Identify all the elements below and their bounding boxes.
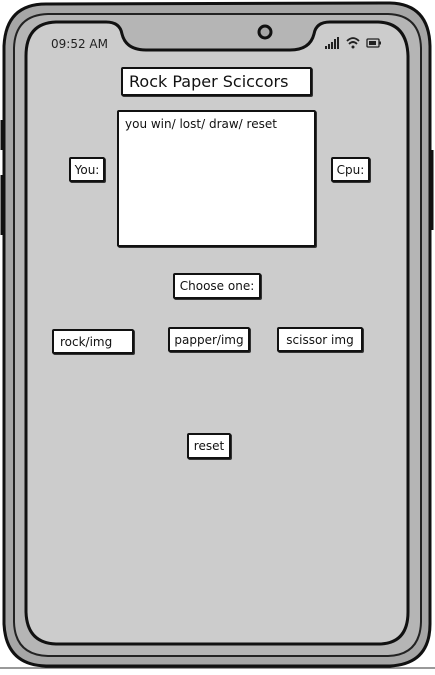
you-label: You: xyxy=(69,157,105,182)
rock-button[interactable]: rock/img xyxy=(52,329,134,354)
status-icons xyxy=(325,37,381,49)
paper-button[interactable]: papper/img xyxy=(168,327,250,352)
choose-one-label: Choose one: xyxy=(173,273,261,299)
signal-icon xyxy=(325,37,339,49)
battery-icon xyxy=(366,38,381,48)
cpu-label: Cpu: xyxy=(331,157,370,182)
result-display: you win/ lost/ draw/ reset xyxy=(117,110,316,247)
status-time: 09:52 AM xyxy=(51,37,108,51)
wifi-icon xyxy=(346,37,360,49)
reset-button[interactable]: reset xyxy=(187,433,231,459)
scissor-button[interactable]: scissor img xyxy=(277,327,363,352)
app-title: Rock Paper Sciccors xyxy=(121,67,312,96)
